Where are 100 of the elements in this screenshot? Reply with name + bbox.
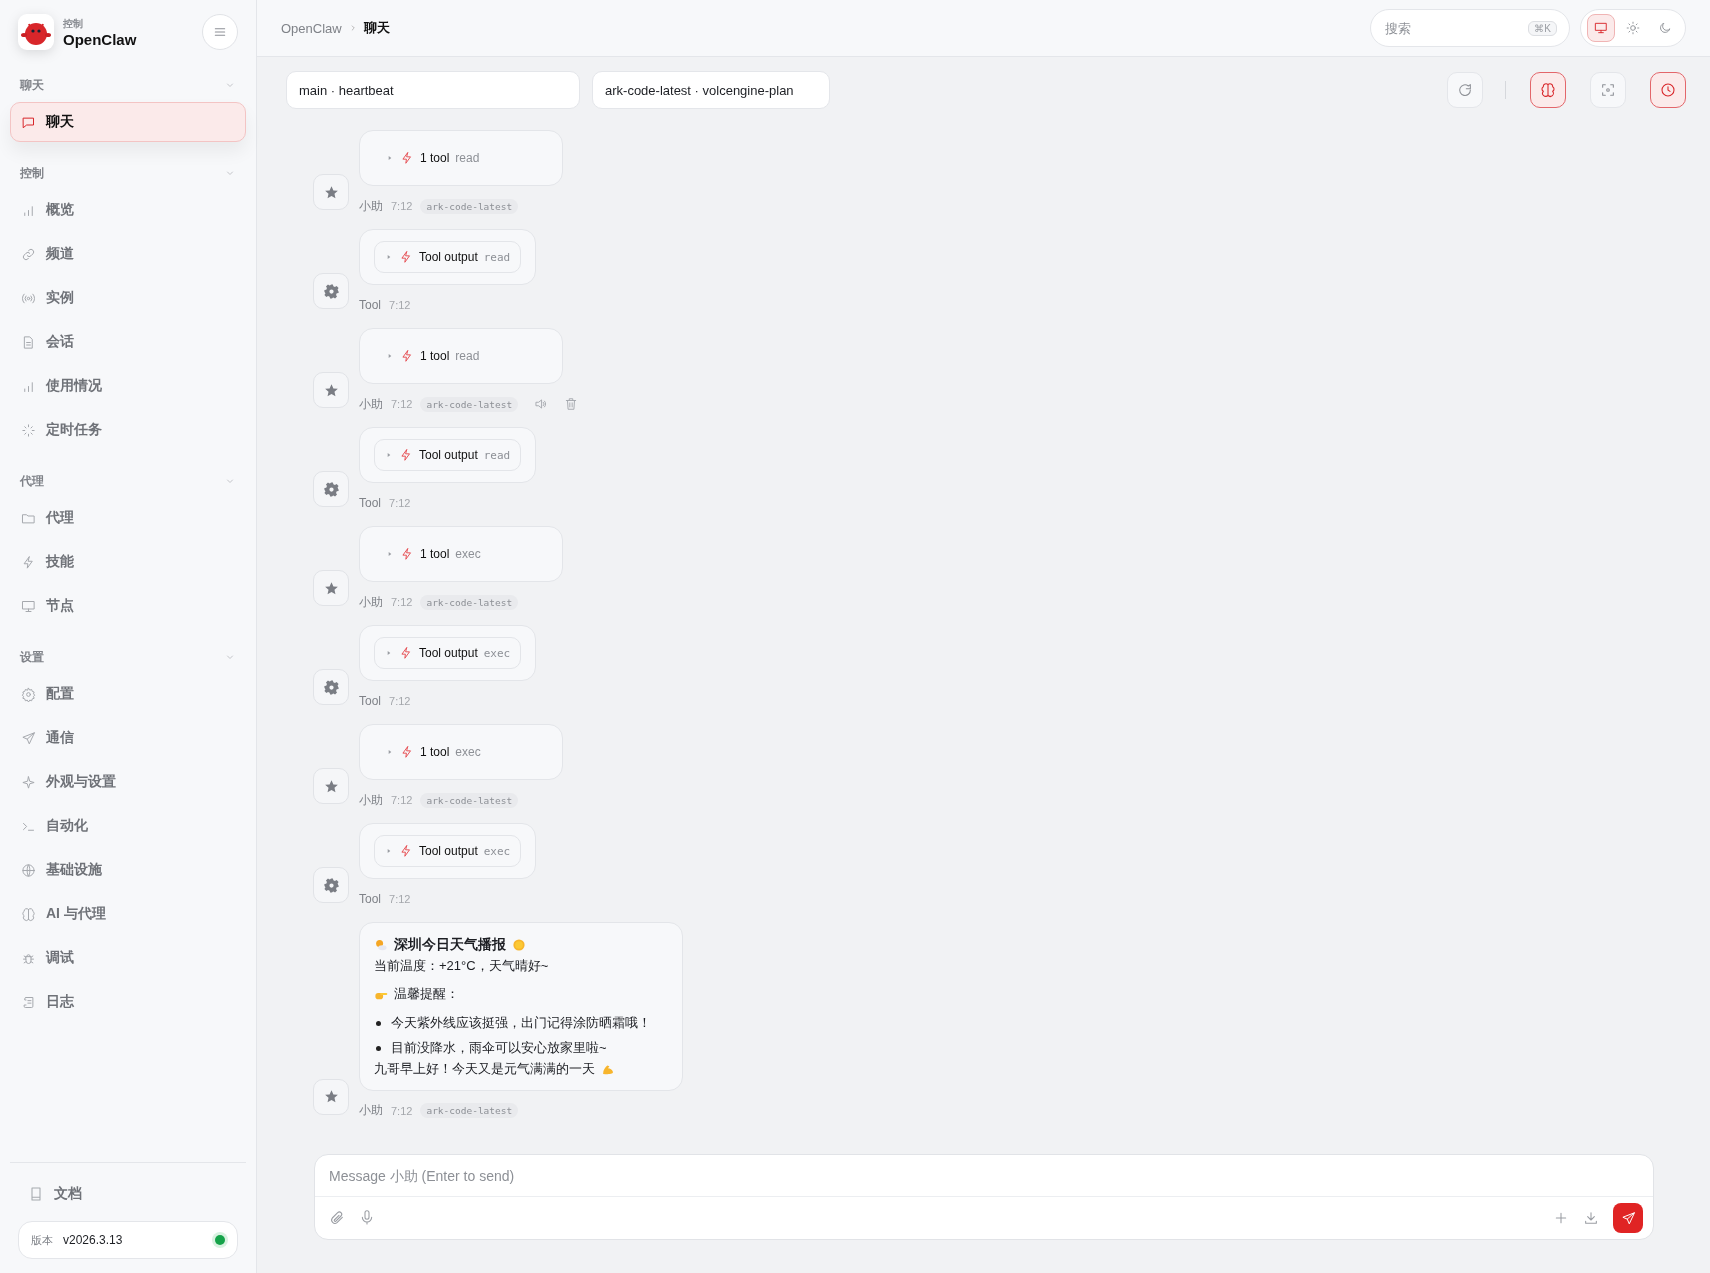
- delete-button[interactable]: [564, 397, 579, 411]
- history-button[interactable]: [1650, 72, 1686, 108]
- sparkle-icon: [21, 774, 36, 790]
- timestamp: 7:12: [389, 695, 411, 707]
- sidebar-item[interactable]: 频道: [10, 234, 246, 274]
- tool-call-toggle[interactable]: 1 tool read: [386, 151, 480, 165]
- sidebar-item[interactable]: 代理: [10, 498, 246, 538]
- message-input[interactable]: Message 小助 (Enter to send): [329, 1167, 1639, 1184]
- thinking-toggle[interactable]: [1530, 72, 1566, 108]
- brain-icon: [1540, 82, 1556, 98]
- sidebar-item[interactable]: 会话: [10, 322, 246, 362]
- expand-arrow-icon: [386, 550, 394, 558]
- send-button[interactable]: [1613, 1203, 1643, 1233]
- voice-button[interactable]: [359, 1210, 375, 1226]
- attach-button[interactable]: [329, 1210, 345, 1226]
- search-field[interactable]: 搜索 ⌘K: [1370, 9, 1570, 47]
- tool-output-toggle[interactable]: Tool output read: [374, 439, 522, 471]
- tool-summary: Tool output: [419, 250, 478, 264]
- sidebar-item[interactable]: 外观与设置: [10, 762, 246, 802]
- sidebar-item[interactable]: 概览: [10, 190, 246, 230]
- model-select[interactable]: ark-code-latest · volcengine-plan: [592, 71, 830, 109]
- group-label: 聊天: [20, 76, 44, 94]
- timestamp: 7:12: [391, 200, 413, 212]
- tool-name: exec: [455, 547, 481, 561]
- search-input[interactable]: 搜索: [1385, 20, 1529, 36]
- gear-icon: [322, 480, 340, 498]
- paper-plane-icon: [21, 730, 36, 746]
- refresh-icon: [1457, 82, 1473, 98]
- tool-name: read: [455, 349, 480, 363]
- add-button[interactable]: [1553, 1210, 1569, 1226]
- tool-summary: Tool output: [419, 646, 478, 660]
- sidebar-item[interactable]: AI 与代理: [10, 894, 246, 934]
- menu-button[interactable]: [202, 14, 238, 50]
- sender-name: Tool: [359, 892, 381, 906]
- tool-call-toggle[interactable]: 1 tool exec: [386, 547, 481, 561]
- sender-name: 小助: [359, 593, 383, 611]
- plus-icon: [1553, 1210, 1569, 1226]
- sidebar-item[interactable]: 聊天: [10, 102, 246, 142]
- monitor-icon: [21, 598, 36, 614]
- sidebar-item[interactable]: 使用情况: [10, 366, 246, 406]
- tool-output-toggle[interactable]: Tool output read: [374, 241, 522, 273]
- tool-call-toggle[interactable]: 1 tool exec: [386, 745, 481, 759]
- export-button[interactable]: [1583, 1210, 1599, 1226]
- breadcrumb-link[interactable]: OpenClaw: [281, 20, 342, 36]
- speaker-icon: [534, 397, 549, 411]
- read-aloud-button[interactable]: [534, 397, 549, 411]
- tool-output-toggle[interactable]: Tool output exec: [374, 637, 522, 669]
- sidebar-item[interactable]: 配置: [10, 674, 246, 714]
- sidebar-item[interactable]: 通信: [10, 718, 246, 758]
- message-text: 九哥早上好！今天又是元气满满的一天: [374, 1059, 595, 1078]
- sidebar-item[interactable]: 实例: [10, 278, 246, 318]
- message-input-field[interactable]: Message 小助 (Enter to send): [315, 1155, 1653, 1197]
- sender-name: 小助: [359, 791, 383, 809]
- theme-button[interactable]: [1587, 14, 1615, 42]
- sender-name: Tool: [359, 694, 381, 708]
- expand-arrow-icon: [385, 451, 393, 459]
- tool-summary: Tool output: [419, 844, 478, 858]
- sun-icon: [1626, 21, 1640, 35]
- session-select[interactable]: main · heartbeat: [286, 71, 580, 109]
- timestamp: 7:12: [391, 794, 413, 806]
- tool-name: exec: [455, 745, 481, 759]
- refresh-button[interactable]: [1447, 72, 1483, 108]
- sidebar-item[interactable]: 日志: [10, 982, 246, 1022]
- breadcrumb-link[interactable]: 聊天: [363, 19, 390, 37]
- tool-call-toggle[interactable]: 1 tool read: [386, 349, 480, 363]
- message-heading: 深圳今日天气播报: [394, 936, 506, 954]
- focus-button[interactable]: [1590, 72, 1626, 108]
- timestamp: 7:12: [391, 596, 413, 608]
- sidebar-item[interactable]: 节点: [10, 586, 246, 626]
- lightning-icon: [400, 745, 414, 759]
- model-tag: ark-code-latest: [420, 1103, 519, 1119]
- tool-name: read: [483, 448, 511, 462]
- monitor-icon: [1594, 21, 1608, 35]
- timestamp: 7:12: [389, 497, 411, 509]
- sender-name: 小助: [359, 395, 383, 413]
- sun-icon: [512, 937, 526, 952]
- timestamp: 7:12: [391, 1104, 413, 1117]
- lightning-icon: [399, 844, 413, 858]
- model-tag: ark-code-latest: [420, 198, 519, 214]
- timestamp: 7:12: [391, 398, 413, 410]
- lightning-icon: [21, 554, 36, 570]
- expand-arrow-icon: [385, 649, 393, 657]
- sidebar-item[interactable]: 基础设施: [10, 850, 246, 890]
- sidebar-item[interactable]: 自动化: [10, 806, 246, 846]
- sidebar-item[interactable]: 定时任务: [10, 410, 246, 450]
- sidebar-item[interactable]: 技能: [10, 542, 246, 582]
- lightning-icon: [399, 250, 413, 264]
- shortcut-hint: ⌘K: [1528, 20, 1557, 36]
- brand-caption: 控制: [63, 16, 84, 31]
- tool-summary: 1 tool: [420, 151, 450, 165]
- lightning-icon: [400, 151, 414, 165]
- lightning-icon: [400, 547, 414, 561]
- expand-arrow-icon: [385, 847, 393, 855]
- docs-link[interactable]: 文档: [10, 1179, 246, 1209]
- gear-icon: [322, 678, 340, 696]
- gear-icon: [322, 282, 340, 300]
- model-tag: ark-code-latest: [420, 594, 519, 610]
- tool-output-toggle[interactable]: Tool output exec: [374, 835, 522, 867]
- focus-icon: [1600, 82, 1616, 98]
- sidebar-item[interactable]: 调试: [10, 938, 246, 978]
